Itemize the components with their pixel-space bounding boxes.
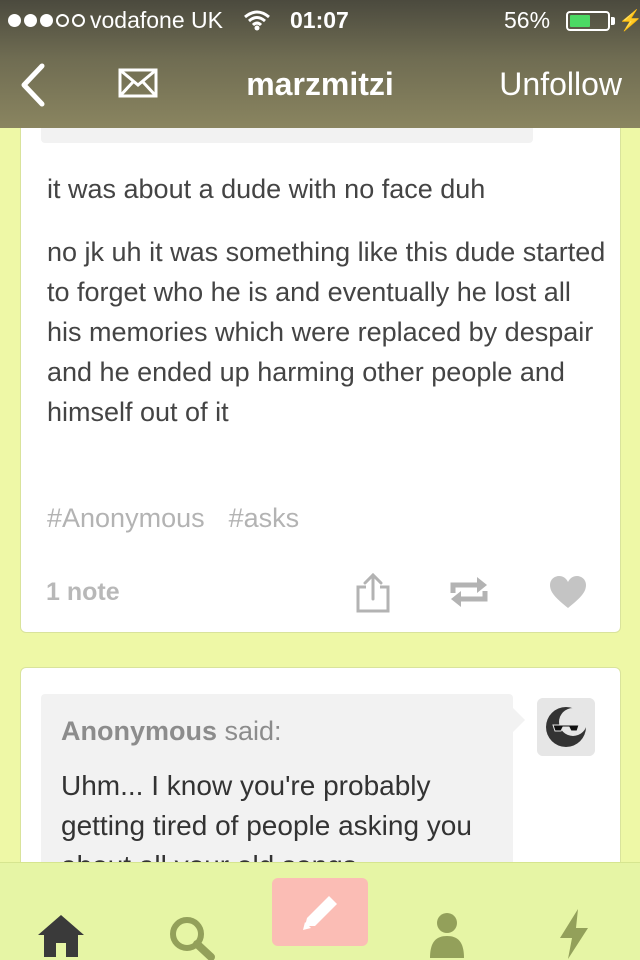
tag-asks[interactable]: #asks (229, 503, 300, 534)
battery-percent: 56% (504, 7, 551, 33)
post-paragraph: it was about a dude with no face duh (47, 174, 486, 204)
post-card: it was about a dude with no face duh no … (20, 100, 621, 633)
notes-count[interactable]: 1 note (46, 578, 120, 607)
post-paragraph: no jk uh it was something like this dude… (47, 237, 606, 427)
signal-dot (40, 14, 53, 27)
ask-bubble-pointer (513, 708, 525, 732)
charging-icon: ⚡ (618, 10, 640, 32)
asker-line: Anonymous said: (61, 716, 282, 747)
lightning-icon[interactable] (556, 885, 592, 960)
compose-button[interactable] (272, 878, 368, 946)
said-label: said: (217, 716, 282, 746)
battery-level-fill (570, 15, 591, 27)
top-bar: vodafone UK 01:07 56% ⚡ marzmitzi Unfoll… (0, 0, 640, 128)
signal-dot (8, 14, 21, 27)
unfollow-button[interactable]: Unfollow (499, 66, 622, 103)
asker-name[interactable]: Anonymous (61, 716, 217, 746)
signal-dot (24, 14, 37, 27)
navigation-bar: marzmitzi Unfollow (0, 40, 640, 128)
signal-strength-icon (8, 14, 85, 27)
share-icon[interactable] (354, 573, 392, 613)
pencil-icon (303, 896, 337, 930)
person-icon[interactable] (428, 887, 466, 960)
battery-tip (611, 17, 615, 25)
tag-anonymous[interactable]: #Anonymous (47, 503, 205, 534)
reblog-icon[interactable] (449, 575, 489, 609)
signal-dot-empty (56, 14, 69, 27)
heart-icon[interactable] (549, 575, 587, 609)
clock: 01:07 (290, 7, 349, 33)
status-bar: vodafone UK 01:07 56% ⚡ (0, 0, 640, 40)
home-icon[interactable] (36, 887, 86, 960)
carrier-name: vodafone UK (90, 7, 223, 33)
wifi-icon (244, 10, 270, 31)
search-icon[interactable] (168, 889, 216, 960)
battery-icon (566, 11, 610, 31)
anonymous-avatar[interactable] (537, 698, 595, 756)
tag-list: #Anonymous #asks (47, 503, 299, 534)
signal-dot-empty (72, 14, 85, 27)
tab-bar (0, 862, 640, 960)
